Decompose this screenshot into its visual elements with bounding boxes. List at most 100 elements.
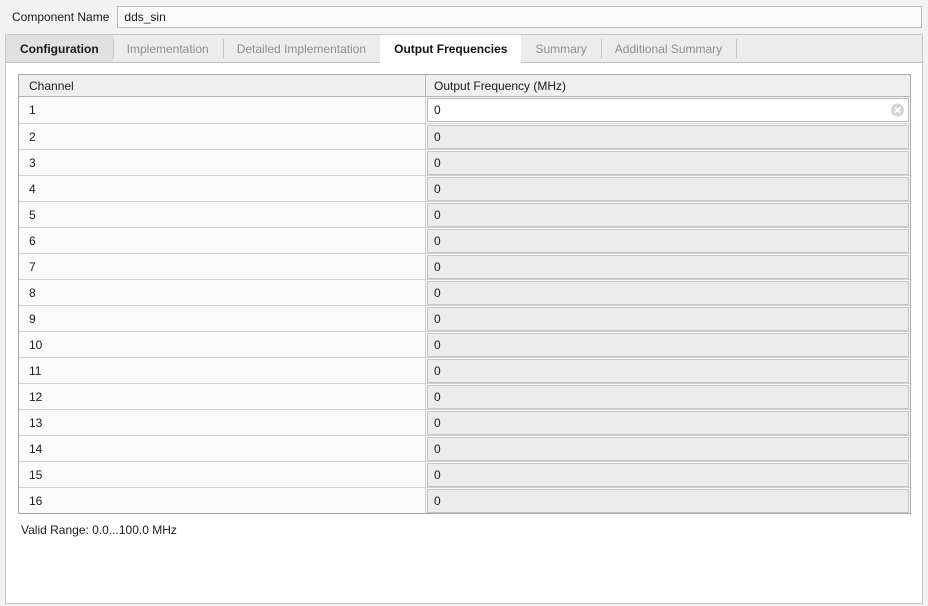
table-header-row: Channel Output Frequency (MHz) bbox=[19, 75, 910, 97]
output-frequency-value: 0 bbox=[434, 233, 441, 248]
channel-cell: 1 bbox=[19, 97, 426, 123]
channel-cell: 7 bbox=[19, 254, 426, 279]
clear-circle-x-icon[interactable] bbox=[891, 103, 904, 117]
table-row: 11 0 bbox=[19, 357, 910, 383]
output-frequency-input[interactable]: 0 bbox=[427, 202, 909, 227]
table-row: 12 0 bbox=[19, 383, 910, 409]
table-row: 16 0 bbox=[19, 487, 910, 513]
tab-label: Additional Summary bbox=[614, 41, 723, 56]
output-frequency-value: 0 bbox=[434, 415, 441, 430]
output-frequency-value: 0 bbox=[434, 259, 441, 274]
table-row: 50 bbox=[19, 201, 910, 227]
frequency-cell: 0 bbox=[426, 228, 910, 253]
frequency-cell: 0 bbox=[426, 462, 910, 487]
channel-number: 14 bbox=[29, 441, 43, 456]
output-frequency-input[interactable]: 0 bbox=[427, 228, 909, 253]
channel-number: 13 bbox=[29, 415, 43, 430]
frequency-cell: 0 bbox=[426, 384, 910, 409]
channel-cell: 10 bbox=[19, 332, 426, 357]
output-frequencies-panel: Channel Output Frequency (MHz) 102030405… bbox=[5, 63, 923, 604]
output-frequency-input[interactable]: 0 bbox=[427, 358, 909, 383]
output-frequency-value: 0 bbox=[434, 181, 441, 196]
frequency-cell: 0 bbox=[426, 410, 910, 435]
tab-label: Implementation bbox=[126, 41, 209, 56]
channel-cell: 3 bbox=[19, 150, 426, 175]
tab-label: Summary bbox=[535, 41, 587, 56]
channel-cell: 13 bbox=[19, 410, 426, 435]
channel-cell: 5 bbox=[19, 202, 426, 227]
column-header-output-frequency: Output Frequency (MHz) bbox=[426, 75, 910, 96]
output-frequency-input[interactable]: 0 bbox=[427, 436, 909, 461]
output-frequency-input[interactable]: 0 bbox=[427, 124, 909, 149]
output-frequency-input[interactable]: 0 bbox=[427, 462, 909, 487]
output-frequency-input[interactable]: 0 bbox=[427, 488, 909, 513]
output-frequency-input[interactable]: 0 bbox=[427, 254, 909, 279]
tab-configuration[interactable]: Configuration bbox=[6, 35, 113, 62]
tab-implementation[interactable]: Implementation bbox=[112, 35, 223, 62]
frequency-cell: 0 bbox=[426, 332, 910, 357]
output-frequency-input[interactable]: 0 bbox=[427, 332, 909, 357]
frequency-cell: 0 bbox=[426, 488, 910, 513]
channel-number: 9 bbox=[29, 311, 36, 326]
frequency-cell: 0 bbox=[426, 306, 910, 331]
channel-number: 1 bbox=[29, 103, 36, 117]
frequency-cell: 0 bbox=[426, 358, 910, 383]
column-header-label: Channel bbox=[29, 78, 74, 93]
component-name-row: Component Name bbox=[0, 0, 928, 34]
tab-label: Output Frequencies bbox=[394, 41, 508, 56]
frequency-cell: 0 bbox=[426, 280, 910, 305]
output-frequency-value: 0 bbox=[434, 467, 441, 482]
channel-cell: 12 bbox=[19, 384, 426, 409]
channel-number: 11 bbox=[29, 363, 42, 378]
table-row: 70 bbox=[19, 253, 910, 279]
tab-label: Configuration bbox=[20, 41, 99, 56]
tab-additional-summary[interactable]: Additional Summary bbox=[600, 35, 736, 62]
output-frequency-value: 0 bbox=[434, 285, 441, 300]
frequency-cell: 0 bbox=[426, 124, 910, 149]
table-row: 90 bbox=[19, 305, 910, 331]
table-row: 10 bbox=[19, 97, 910, 123]
output-frequency-input[interactable]: 0 bbox=[427, 306, 909, 331]
output-frequency-input[interactable]: 0 bbox=[427, 280, 909, 305]
tab-strip-filler bbox=[736, 35, 922, 62]
channel-number: 15 bbox=[29, 467, 43, 482]
output-frequency-value: 0 bbox=[434, 363, 441, 378]
output-frequency-value: 0 bbox=[434, 337, 441, 352]
table-row: 15 0 bbox=[19, 461, 910, 487]
channel-number: 12 bbox=[29, 389, 43, 404]
table-row: 14 0 bbox=[19, 435, 910, 461]
table-row: 13 0 bbox=[19, 409, 910, 435]
output-frequency-input[interactable]: 0 bbox=[427, 98, 909, 122]
component-name-input[interactable] bbox=[117, 6, 922, 28]
output-frequencies-table: Channel Output Frequency (MHz) 102030405… bbox=[18, 74, 911, 514]
output-frequency-value: 0 bbox=[434, 441, 441, 456]
tab-detailed-implementation[interactable]: Detailed Implementation bbox=[222, 35, 380, 62]
component-name-label: Component Name bbox=[12, 10, 110, 24]
channel-cell: 15 bbox=[19, 462, 426, 487]
output-frequency-input[interactable]: 0 bbox=[427, 176, 909, 201]
tab-output-frequencies[interactable]: Output Frequencies bbox=[380, 35, 522, 63]
output-frequency-input[interactable]: 0 bbox=[427, 150, 909, 175]
frequency-cell: 0 bbox=[426, 97, 910, 123]
channel-number: 5 bbox=[29, 207, 36, 222]
frequency-cell: 0 bbox=[426, 150, 910, 175]
output-frequency-value: 0 bbox=[434, 129, 441, 144]
table-row: 20 bbox=[19, 123, 910, 149]
output-frequency-value: 0 bbox=[434, 389, 441, 404]
tab-summary[interactable]: Summary bbox=[521, 35, 600, 62]
output-frequency-input[interactable]: 0 bbox=[427, 410, 909, 435]
channel-number: 6 bbox=[29, 233, 36, 248]
output-frequency-value: 0 bbox=[434, 311, 441, 326]
table-row: 30 bbox=[19, 149, 910, 175]
channel-number: 8 bbox=[29, 285, 36, 300]
channel-cell: 8 bbox=[19, 280, 426, 305]
frequency-cell: 0 bbox=[426, 202, 910, 227]
output-frequency-input[interactable]: 0 bbox=[427, 384, 909, 409]
frequency-cell: 0 bbox=[426, 176, 910, 201]
table-row: 40 bbox=[19, 175, 910, 201]
column-header-channel: Channel bbox=[19, 75, 426, 96]
output-frequency-value: 0 bbox=[434, 207, 441, 222]
frequency-cell: 0 bbox=[426, 254, 910, 279]
valid-range-note: Valid Range: 0.0...100.0 MHz bbox=[21, 523, 177, 537]
tab-strip: Configuration Implementation Detailed Im… bbox=[5, 34, 923, 63]
